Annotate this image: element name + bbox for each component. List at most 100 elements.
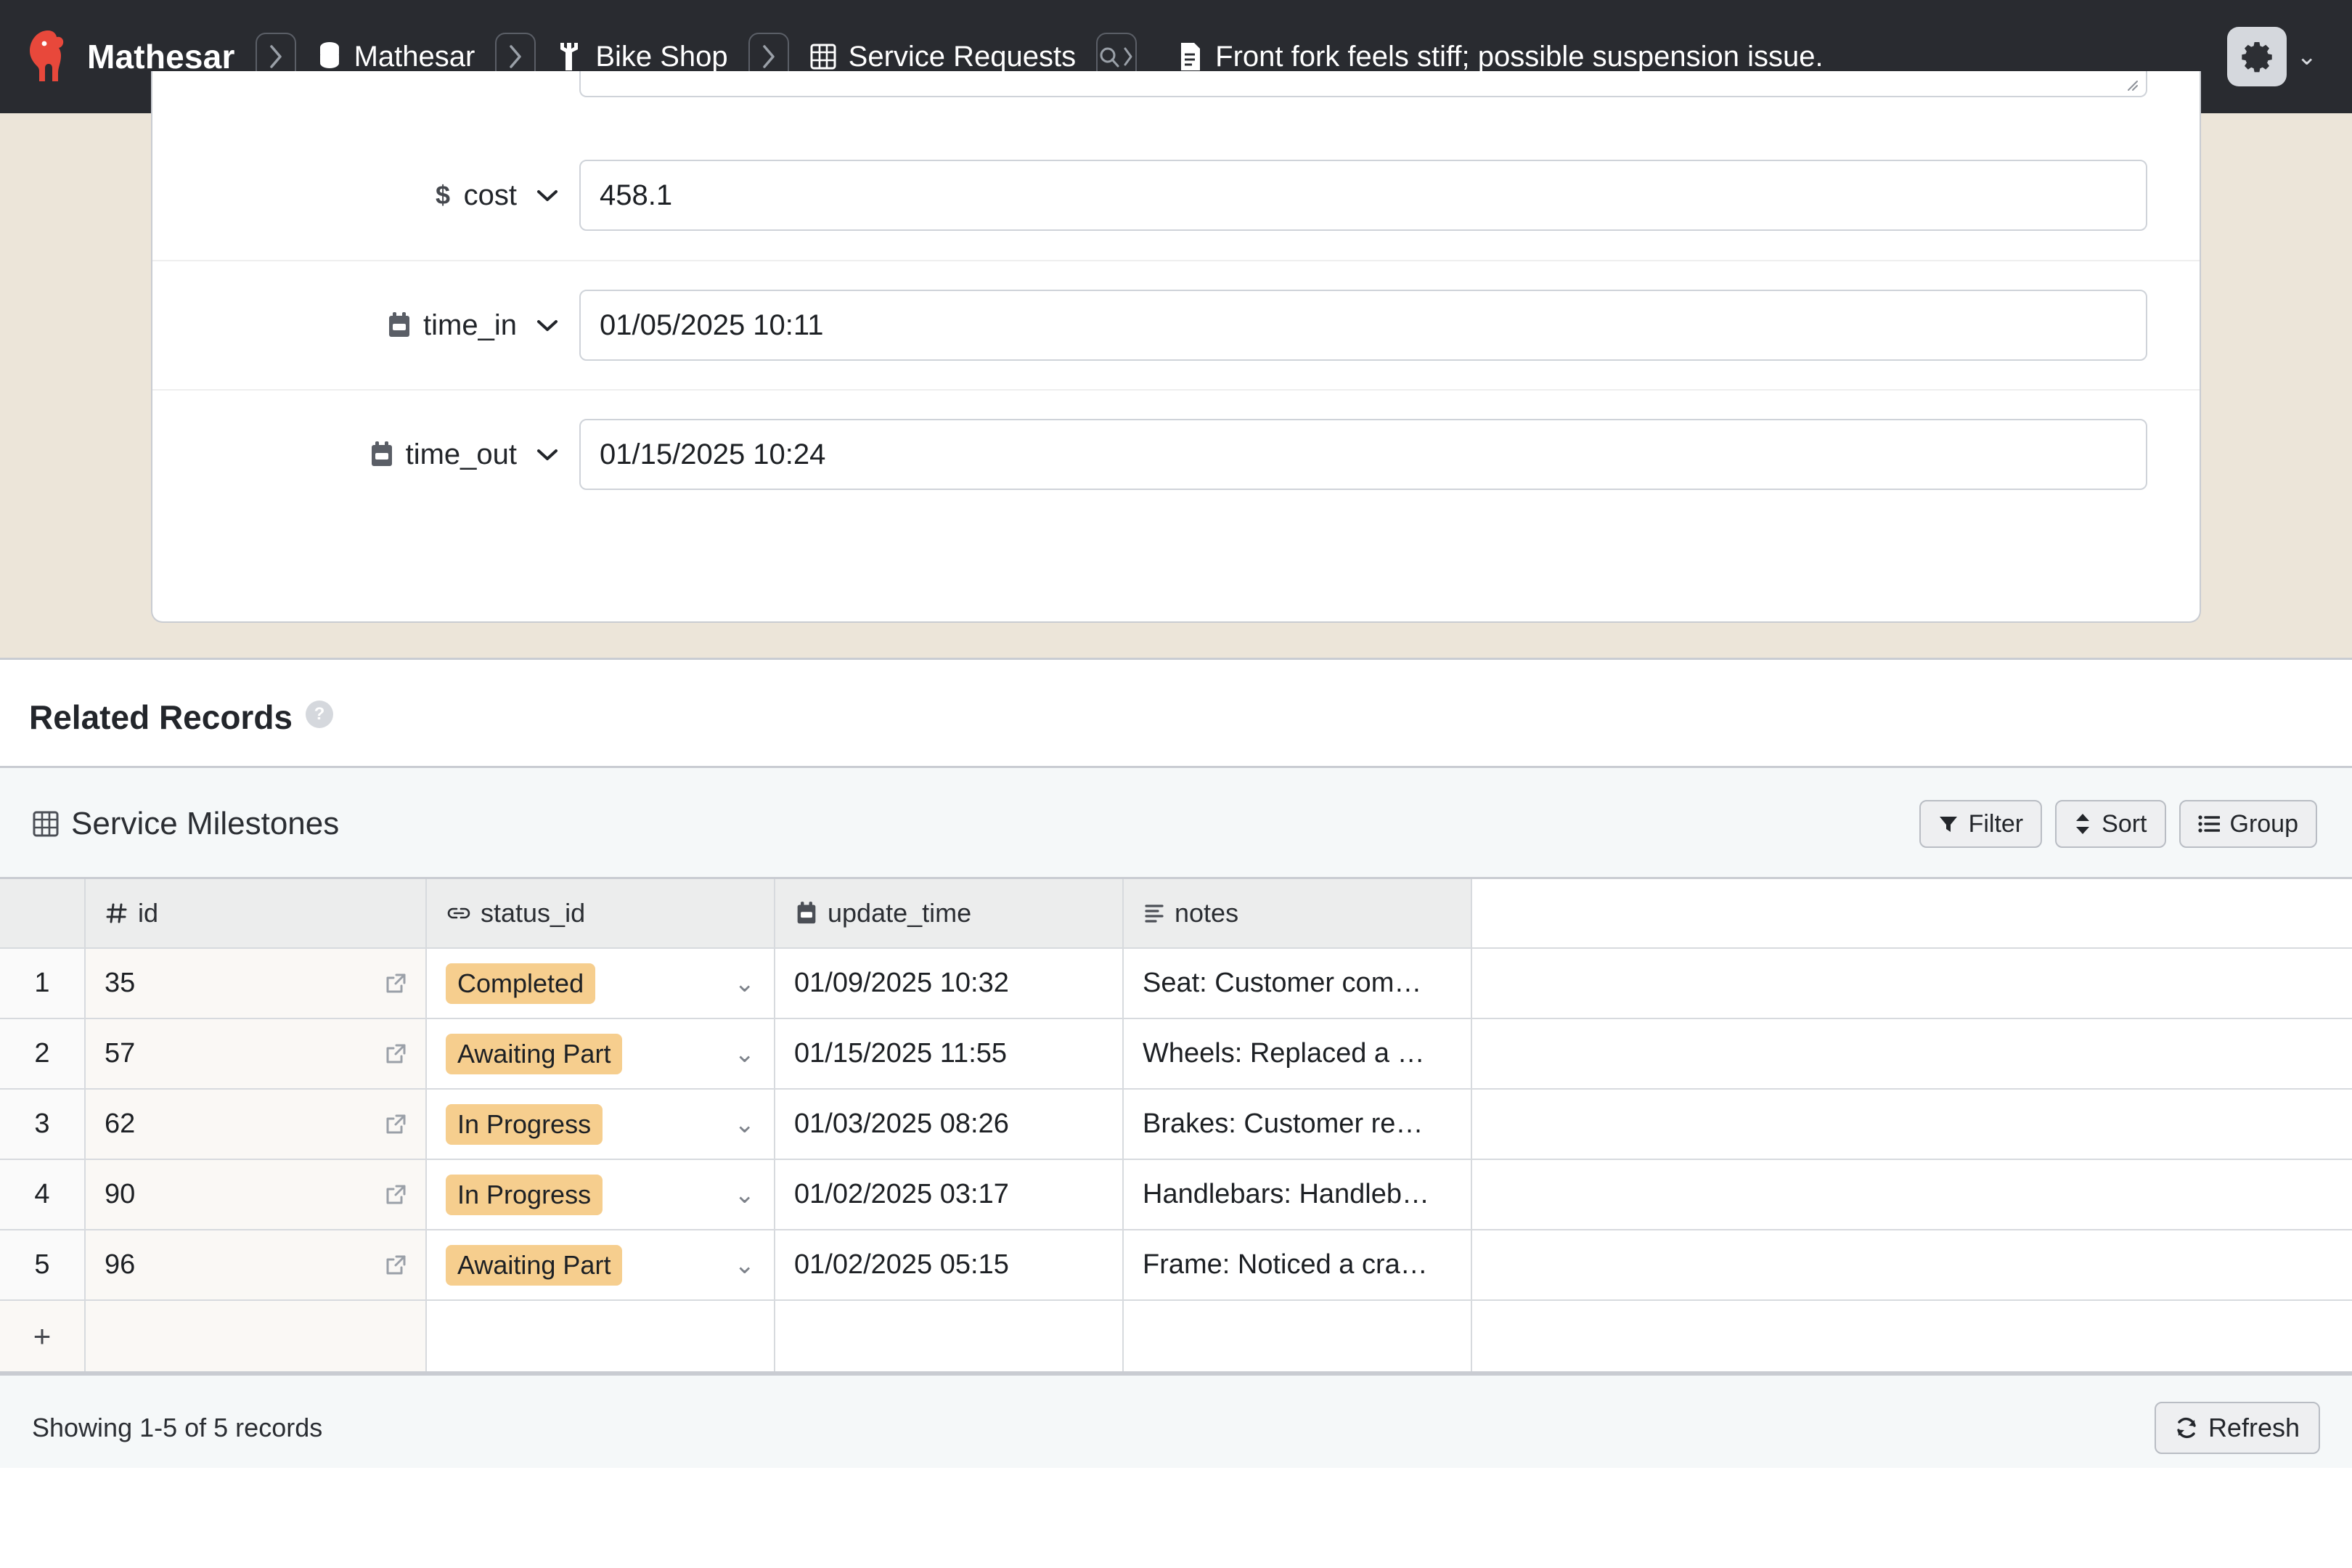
cell-notes[interactable]: Wheels: Replaced a …	[1124, 1019, 1472, 1090]
related-table-section: Service Milestones Filter Sort Group id …	[0, 768, 2352, 1468]
cell-update-time[interactable]: 01/09/2025 10:32	[775, 949, 1124, 1019]
text-lines-icon	[1145, 905, 1164, 923]
row-number: 2	[0, 1019, 86, 1090]
new-row-cell-status[interactable]	[427, 1301, 775, 1371]
cell-update-time[interactable]: 01/02/2025 03:17	[775, 1160, 1124, 1230]
table-icon	[33, 811, 59, 837]
open-record-icon[interactable]	[385, 1043, 407, 1065]
breadcrumb-schema[interactable]: Bike Shop	[556, 41, 728, 73]
cell-notes[interactable]: Brakes: Customer re…	[1124, 1090, 1472, 1160]
grid-header-notes-label: notes	[1175, 898, 1239, 928]
filter-button-label: Filter	[1968, 809, 2024, 838]
field-label-time-out[interactable]: time_out	[152, 438, 579, 471]
wrench-icon	[560, 43, 579, 70]
cell-id[interactable]: 57	[86, 1019, 427, 1090]
chevron-right-icon	[269, 45, 282, 68]
cell-status[interactable]: Completed ⌄	[427, 949, 775, 1019]
open-record-icon[interactable]	[385, 1184, 407, 1206]
cell-update-time[interactable]: 01/15/2025 11:55	[775, 1019, 1124, 1090]
table-row[interactable]: 5 96 Awaiting Part ⌄ 01/02/2025 05:15 Frame: …	[0, 1230, 2352, 1301]
sort-button-label: Sort	[2102, 809, 2147, 838]
cell-notes[interactable]: Frame: Noticed a cra…	[1124, 1230, 1472, 1301]
field-label-time-in-text: time_in	[423, 309, 517, 341]
cell-status[interactable]: In Progress ⌄	[427, 1090, 775, 1160]
cell-status[interactable]: In Progress ⌄	[427, 1160, 775, 1230]
grid-header-status-id[interactable]: status_id	[427, 879, 775, 949]
table-row[interactable]: 1 35 Completed ⌄ 01/09/2025 10:32 Seat: Custo…	[0, 949, 2352, 1019]
settings-button[interactable]	[2226, 27, 2287, 86]
new-row-filler	[1472, 1301, 2352, 1371]
help-icon[interactable]: ?	[306, 701, 334, 728]
cell-id[interactable]: 62	[86, 1090, 427, 1160]
group-icon	[2197, 815, 2220, 833]
table-row[interactable]: 3 62 In Progress ⌄ 01/03/2025 08:26 Brakes: C…	[0, 1090, 2352, 1160]
field-input-time-in[interactable]: 01/05/2025 10:11	[579, 290, 2147, 361]
status-dropdown-chevron-down-icon[interactable]: ⌄	[735, 1110, 756, 1139]
resize-handle-icon[interactable]	[2123, 75, 2139, 91]
field-label-cost[interactable]: $ cost	[152, 179, 579, 212]
group-button[interactable]: Group	[2179, 800, 2317, 848]
cell-id[interactable]: 96	[86, 1230, 427, 1301]
field-input-time-out[interactable]: 01/15/2025 10:24	[579, 419, 2147, 490]
status-dropdown-chevron-down-icon[interactable]: ⌄	[735, 1251, 756, 1280]
filter-icon	[1939, 817, 1957, 832]
form-row-time-in: time_in 01/05/2025 10:11	[152, 260, 2200, 389]
row-filler	[1472, 949, 2352, 1019]
cell-update-time[interactable]: 01/03/2025 08:26	[775, 1090, 1124, 1160]
row-filler	[1472, 1090, 2352, 1160]
cell-id[interactable]: 35	[86, 949, 427, 1019]
breadcrumb-table[interactable]: Service Requests	[809, 41, 1076, 73]
chevron-down-icon[interactable]	[536, 447, 559, 462]
status-badge: In Progress	[446, 1103, 603, 1145]
refresh-button[interactable]: Refresh	[2154, 1402, 2320, 1454]
breadcrumb-table-label: Service Requests	[848, 40, 1077, 73]
grid-header-row: id status_id update_time notes	[0, 879, 2352, 949]
status-badge: Completed	[446, 963, 596, 1004]
grid-header-update-time-label: update_time	[828, 898, 972, 928]
add-record-button[interactable]: +	[0, 1301, 86, 1371]
cell-update-time[interactable]: 01/02/2025 05:15	[775, 1230, 1124, 1301]
grid-header-notes[interactable]: notes	[1124, 879, 1472, 949]
related-records-header: Related Records ?	[0, 660, 2352, 766]
chevron-down-icon[interactable]	[536, 318, 559, 332]
status-badge: Awaiting Part	[446, 1244, 623, 1286]
status-dropdown-chevron-down-icon[interactable]: ⌄	[735, 969, 756, 998]
form-row-cost: $ cost 458.1	[152, 131, 2200, 260]
open-record-icon[interactable]	[385, 973, 407, 995]
cell-status[interactable]: Awaiting Part ⌄	[427, 1230, 775, 1301]
cell-notes[interactable]: Handlebars: Handleb…	[1124, 1160, 1472, 1230]
grid-header-id[interactable]: id	[86, 879, 427, 949]
status-dropdown-chevron-down-icon[interactable]: ⌄	[735, 1040, 756, 1069]
cell-id-value: 57	[105, 1038, 136, 1069]
group-button-label: Group	[2229, 809, 2299, 838]
cell-id[interactable]: 90	[86, 1160, 427, 1230]
description-textarea-clipped[interactable]	[579, 71, 2147, 97]
open-record-icon[interactable]	[385, 1114, 407, 1135]
grid-new-record-row[interactable]: +	[0, 1301, 2352, 1371]
chevron-down-icon[interactable]	[536, 188, 559, 203]
settings-chevron-down-icon[interactable]: ⌄	[2297, 44, 2318, 69]
mathesar-elephant-logo	[30, 30, 64, 81]
sort-button[interactable]: Sort	[2055, 800, 2166, 848]
cell-status[interactable]: Awaiting Part ⌄	[427, 1019, 775, 1090]
table-row[interactable]: 2 57 Awaiting Part ⌄ 01/15/2025 11:55 Wheels:…	[0, 1019, 2352, 1090]
breadcrumb-database-label: Mathesar	[354, 40, 475, 73]
table-row[interactable]: 4 90 In Progress ⌄ 01/02/2025 03:17 Handlebar…	[0, 1160, 2352, 1230]
field-label-time-out-text: time_out	[405, 438, 517, 470]
new-row-cell-notes[interactable]	[1124, 1301, 1472, 1371]
new-row-cell-time[interactable]	[775, 1301, 1124, 1371]
record-panel-area: $ cost 458.1 time_in 01/05/2025 10:11 ti…	[0, 71, 2352, 658]
field-input-cost[interactable]: 458.1	[579, 160, 2147, 231]
filter-button[interactable]: Filter	[1919, 800, 2043, 848]
cell-id-value: 96	[105, 1249, 136, 1280]
current-record-title: Front fork feels stiff; possible suspens…	[1179, 41, 1824, 73]
breadcrumb-database[interactable]: Mathesar	[317, 41, 475, 73]
cell-notes[interactable]: Seat: Customer com…	[1124, 949, 1472, 1019]
grid-header-update-time[interactable]: update_time	[775, 879, 1124, 949]
field-label-time-in[interactable]: time_in	[152, 309, 579, 342]
grid-header-status-id-label: status_id	[481, 898, 586, 928]
status-dropdown-chevron-down-icon[interactable]: ⌄	[735, 1180, 756, 1209]
new-row-cell-id[interactable]	[86, 1301, 427, 1371]
open-record-icon[interactable]	[385, 1254, 407, 1276]
refresh-button-label: Refresh	[2208, 1413, 2300, 1442]
